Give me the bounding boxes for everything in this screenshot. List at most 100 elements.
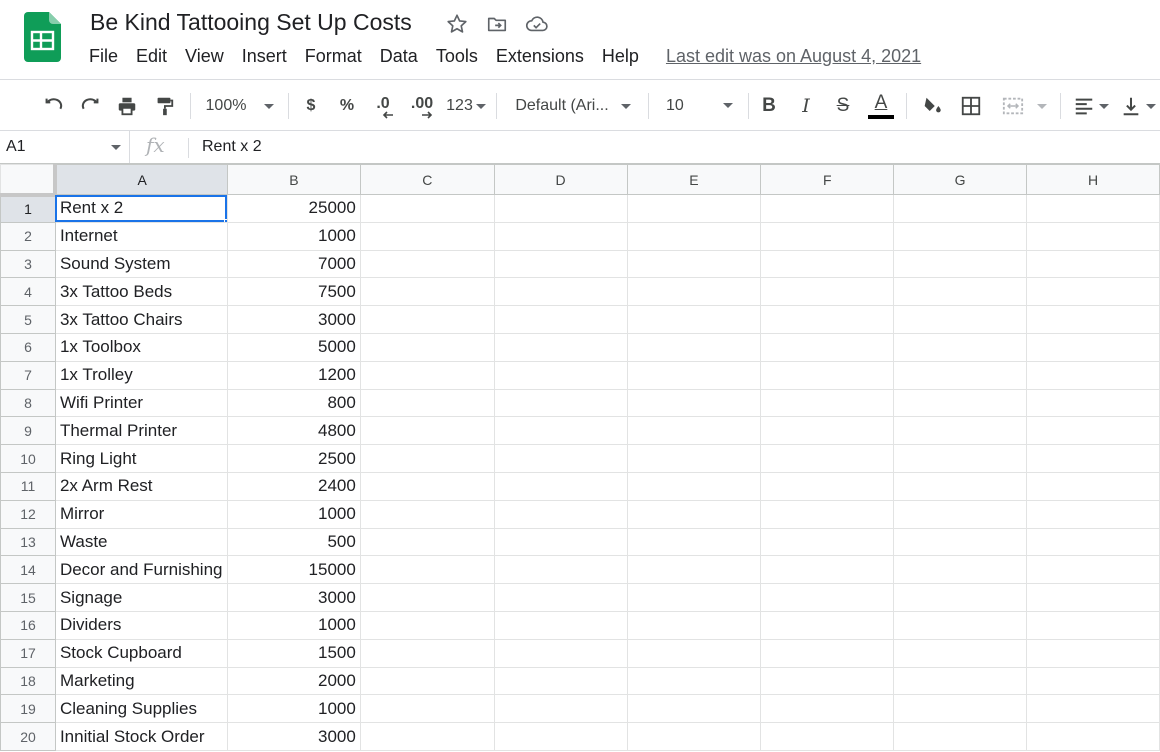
cell-cost[interactable]: 1500 [226, 638, 361, 668]
cell-item[interactable]: Sound System [54, 249, 228, 279]
paint-format-icon[interactable] [149, 81, 179, 131]
empty-cell[interactable] [359, 610, 495, 640]
empty-cell[interactable] [493, 471, 628, 501]
empty-cell[interactable] [493, 444, 628, 473]
empty-cell[interactable] [893, 332, 1028, 362]
empty-cell[interactable] [626, 638, 762, 668]
empty-cell[interactable] [1026, 332, 1160, 362]
cell-cost[interactable]: 1000 [226, 610, 361, 640]
cell-item[interactable]: Thermal Printer [54, 416, 228, 446]
empty-cell[interactable] [359, 694, 495, 724]
empty-cell[interactable] [760, 277, 895, 307]
row-header[interactable]: 8 [0, 388, 56, 418]
empty-cell[interactable] [893, 416, 1028, 446]
move-to-folder-icon[interactable] [484, 11, 510, 37]
column-header-e[interactable]: E [626, 164, 762, 195]
cell-item[interactable]: 1x Toolbox [54, 332, 228, 362]
formula-input[interactable]: Rent x 2 [202, 131, 1102, 163]
row-header[interactable]: 20 [0, 722, 56, 751]
empty-cell[interactable] [1026, 249, 1160, 279]
row-header[interactable]: 10 [0, 444, 56, 473]
column-header-h[interactable]: H [1026, 164, 1160, 195]
empty-cell[interactable] [760, 249, 895, 279]
row-header[interactable]: 1 [0, 194, 56, 223]
cell-item[interactable]: 1x Trolley [54, 360, 228, 390]
empty-cell[interactable] [626, 722, 762, 751]
empty-cell[interactable] [626, 332, 762, 362]
cell-cost[interactable]: 2000 [226, 666, 361, 696]
menu-view[interactable]: View [176, 46, 233, 67]
row-header[interactable]: 17 [0, 638, 56, 668]
empty-cell[interactable] [493, 249, 628, 279]
empty-cell[interactable] [1026, 527, 1160, 557]
empty-cell[interactable] [359, 416, 495, 446]
cell-item[interactable]: 2x Arm Rest [54, 471, 228, 501]
cell-item[interactable]: Marketing [54, 666, 228, 696]
empty-cell[interactable] [893, 638, 1028, 668]
empty-cell[interactable] [626, 221, 762, 251]
cell-cost[interactable]: 7000 [226, 249, 361, 279]
cell-cost[interactable]: 1000 [226, 221, 361, 251]
empty-cell[interactable] [493, 305, 628, 334]
empty-cell[interactable] [760, 360, 895, 390]
empty-cell[interactable] [359, 471, 495, 501]
empty-cell[interactable] [359, 249, 495, 279]
empty-cell[interactable] [760, 583, 895, 612]
cell-item[interactable]: Stock Cupboard [54, 638, 228, 668]
horizontal-align-icon[interactable] [1068, 81, 1114, 131]
empty-cell[interactable] [1026, 722, 1160, 751]
empty-cell[interactable] [760, 555, 895, 585]
empty-cell[interactable] [626, 416, 762, 446]
empty-cell[interactable] [893, 527, 1028, 557]
row-header[interactable]: 12 [0, 499, 56, 529]
empty-cell[interactable] [1026, 194, 1160, 223]
empty-cell[interactable] [1026, 666, 1160, 696]
empty-cell[interactable] [626, 360, 762, 390]
empty-cell[interactable] [626, 249, 762, 279]
cell-cost[interactable]: 25000 [226, 194, 361, 223]
more-formats-button[interactable]: 123 [443, 81, 489, 131]
row-header[interactable]: 6 [0, 332, 56, 362]
name-box[interactable]: A1 [0, 131, 130, 163]
empty-cell[interactable] [893, 388, 1028, 418]
empty-cell[interactable] [1026, 610, 1160, 640]
empty-cell[interactable] [893, 249, 1028, 279]
cell-item[interactable]: Waste [54, 527, 228, 557]
cell-item[interactable]: 3x Tattoo Beds [54, 277, 228, 307]
empty-cell[interactable] [626, 610, 762, 640]
empty-cell[interactable] [760, 388, 895, 418]
empty-cell[interactable] [493, 360, 628, 390]
empty-cell[interactable] [1026, 221, 1160, 251]
column-header-a[interactable]: A [54, 164, 228, 195]
column-header-c[interactable]: C [359, 164, 495, 195]
empty-cell[interactable] [359, 332, 495, 362]
empty-cell[interactable] [359, 666, 495, 696]
italic-button[interactable]: I [793, 81, 819, 131]
empty-cell[interactable] [626, 527, 762, 557]
cell-item[interactable]: Internet [54, 221, 228, 251]
empty-cell[interactable] [760, 638, 895, 668]
empty-cell[interactable] [1026, 638, 1160, 668]
row-header[interactable]: 18 [0, 666, 56, 696]
cell-item[interactable]: Ring Light [54, 444, 228, 473]
empty-cell[interactable] [893, 722, 1028, 751]
merge-cells-icon[interactable] [996, 81, 1052, 131]
empty-cell[interactable] [893, 583, 1028, 612]
empty-cell[interactable] [493, 194, 628, 223]
empty-cell[interactable] [760, 444, 895, 473]
empty-cell[interactable] [359, 360, 495, 390]
empty-cell[interactable] [493, 527, 628, 557]
empty-cell[interactable] [626, 194, 762, 223]
cell-item[interactable]: 3x Tattoo Chairs [54, 305, 228, 334]
menu-insert[interactable]: Insert [233, 46, 296, 67]
empty-cell[interactable] [760, 194, 895, 223]
empty-cell[interactable] [1026, 360, 1160, 390]
empty-cell[interactable] [760, 694, 895, 724]
row-header[interactable]: 3 [0, 249, 56, 279]
empty-cell[interactable] [1026, 416, 1160, 446]
empty-cell[interactable] [493, 221, 628, 251]
empty-cell[interactable] [1026, 499, 1160, 529]
empty-cell[interactable] [626, 277, 762, 307]
row-header[interactable]: 5 [0, 305, 56, 334]
empty-cell[interactable] [760, 305, 895, 334]
